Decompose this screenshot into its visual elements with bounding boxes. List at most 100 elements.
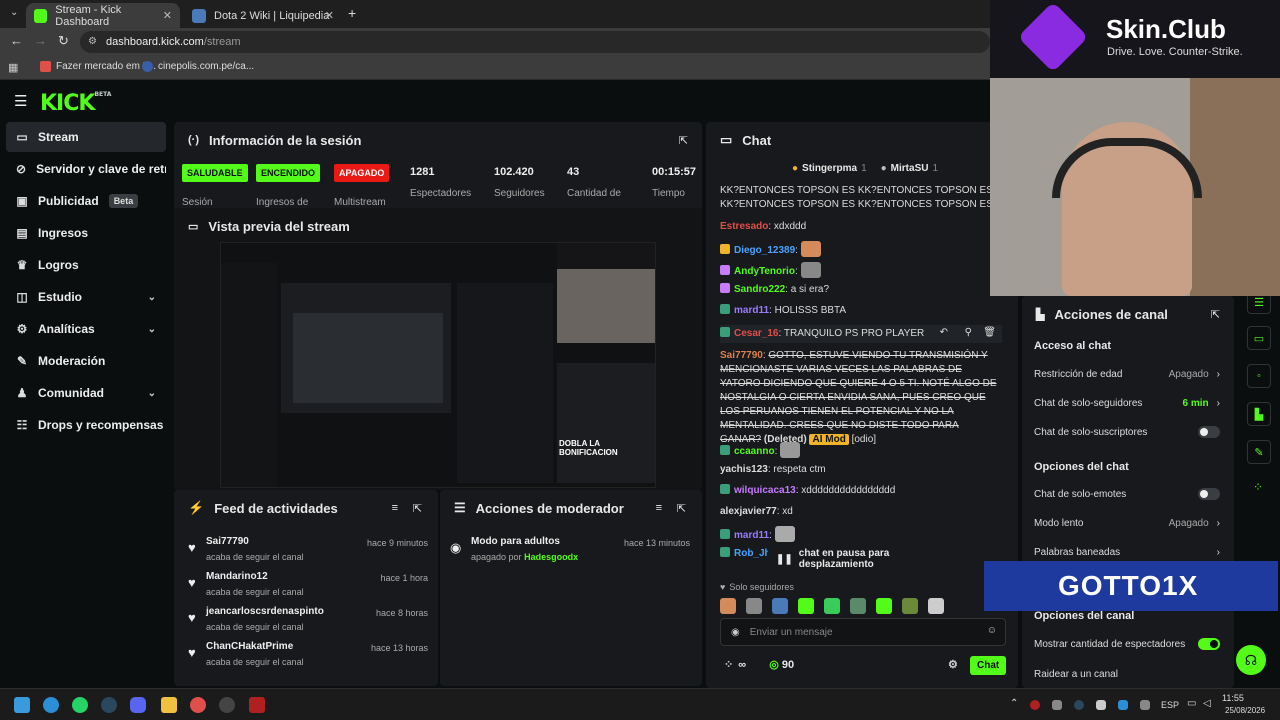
chat-username[interactable]: Diego_12389 [734, 245, 795, 256]
emote-image[interactable] [746, 598, 762, 614]
sidebar-item-publicidad[interactable]: ▣ Publicidad Beta [6, 186, 166, 216]
rail-wrench-button[interactable]: ✎ [1247, 440, 1271, 464]
follower-name[interactable]: ChanCHakatPrime [206, 641, 293, 652]
close-tab-icon[interactable]: ✕ [325, 9, 334, 22]
chat-username[interactable]: ccaanno [734, 446, 775, 457]
chat-paused-banner[interactable]: ❚❚ chat en pausa para desplazamiento [768, 548, 944, 570]
emote-image[interactable] [902, 598, 918, 614]
slow-mode-row[interactable]: Modo lento Apagado › [1034, 510, 1220, 536]
steam-icon[interactable] [101, 697, 117, 713]
emoji-icon[interactable]: ☺ [987, 625, 997, 636]
age-restriction-row[interactable]: Restricción de edad Apagado › [1034, 361, 1220, 387]
follower-name[interactable]: jeancarloscsrdenaspinto [206, 606, 324, 617]
tray-chevron-icon[interactable]: ⌃ [1010, 698, 1018, 709]
rail-users-icon[interactable]: ⁘ [1253, 480, 1263, 494]
followers-only-row[interactable]: Chat de solo-seguidores 6 min › [1034, 390, 1220, 416]
emote-image[interactable] [876, 598, 892, 614]
emote-image[interactable] [850, 598, 866, 614]
chat-username[interactable]: Cesar_16 [734, 328, 778, 339]
chat-input[interactable]: ◉ Enviar un mensaje ☺ [720, 618, 1006, 646]
chat-username[interactable]: yachis123 [720, 464, 768, 475]
tray-icon[interactable] [1096, 700, 1106, 710]
emote-image[interactable] [928, 598, 944, 614]
chat-username[interactable]: mard11 [734, 530, 769, 541]
chat-username[interactable]: mard11 [734, 305, 769, 316]
mod-username[interactable]: Hadesgoodx [524, 552, 578, 562]
site-info-icon[interactable]: ⚙ [88, 31, 97, 53]
emote-image[interactable] [824, 598, 840, 614]
back-icon[interactable]: ← [10, 33, 23, 48]
apps-icon[interactable]: ▦ [8, 61, 18, 74]
filter-icon[interactable]: ≡ [656, 502, 662, 514]
sidebar-item-ingresos[interactable]: ▤ Ingresos [6, 218, 166, 248]
rail-signal-button[interactable]: ◦ [1247, 364, 1271, 388]
gifter-name[interactable]: Stingerpma [802, 163, 857, 174]
whatsapp-icon[interactable] [72, 697, 88, 713]
tray-icon[interactable] [1030, 700, 1040, 710]
popout-icon[interactable]: ⇱ [413, 502, 422, 515]
send-chat-button[interactable]: Chat [970, 656, 1007, 675]
keyboard-language[interactable]: ESP [1161, 700, 1179, 710]
popout-icon[interactable]: ⇱ [679, 134, 688, 147]
delete-icon[interactable]: 🗑 [983, 326, 996, 340]
filter-icon[interactable]: ≡ [392, 502, 398, 514]
tray-icon[interactable] [1140, 700, 1150, 710]
clock-time[interactable]: 11:55 [1222, 693, 1244, 703]
volume-icon[interactable]: ◁ [1203, 698, 1211, 709]
tray-icon[interactable] [1074, 700, 1084, 710]
tray-icon[interactable] [1052, 700, 1062, 710]
follower-name[interactable]: Mandarino12 [206, 571, 268, 582]
menu-icon[interactable]: ☰ [14, 92, 27, 110]
emote-image[interactable] [772, 598, 788, 614]
kick-logo[interactable]: KICKBETA [40, 91, 111, 116]
chat-username[interactable]: Estresado [720, 221, 768, 232]
sidebar-item-moderacion[interactable]: ✎ Moderación [6, 346, 166, 376]
sidebar-item-logros[interactable]: ♛ Logros [6, 250, 166, 280]
discord-icon[interactable] [130, 697, 146, 713]
popout-icon[interactable]: ⇱ [677, 502, 686, 515]
sidebar-item-server-key[interactable]: ⊘ Servidor y clave de retransmisión [6, 154, 166, 184]
pin-icon[interactable]: ⚲ [965, 326, 972, 340]
subscribers-only-toggle[interactable] [1198, 426, 1220, 438]
stream-preview-video[interactable]: DOBLA LA BONIFICACION [220, 242, 656, 488]
sidebar-item-stream[interactable]: ▭ Stream [6, 122, 166, 152]
sidebar-item-estudio[interactable]: ◫ Estudio ⌄ [6, 282, 166, 312]
bookmark-fazer-mercado[interactable]: Fazer mercado em F... [40, 61, 156, 72]
address-bar[interactable]: ⚙ dashboard.kick.com/stream [80, 31, 990, 53]
chat-username[interactable]: alexjavier77 [720, 506, 777, 517]
clock-date[interactable]: 25/08/2026 [1225, 706, 1265, 715]
chrome-icon[interactable] [190, 697, 206, 713]
edge-icon[interactable] [43, 697, 59, 713]
show-viewers-toggle[interactable] [1198, 638, 1220, 650]
tab-liquipedia[interactable]: Dota 2 Wiki | Liquipedia ✕ [184, 3, 342, 28]
support-chat-button[interactable]: ☊ [1236, 645, 1266, 675]
chat-username[interactable]: wilquicaca13 [734, 485, 796, 496]
popout-icon[interactable]: ⇱ [1211, 308, 1220, 321]
raid-row[interactable]: Raidear a un canal [1034, 661, 1220, 687]
tab-search-icon[interactable]: ⌄ [10, 7, 18, 18]
chat-username[interactable]: Sandro222 [734, 284, 785, 295]
rail-shield-button[interactable]: ▙ [1247, 402, 1271, 426]
explorer-icon[interactable] [161, 697, 177, 713]
chat-username[interactable]: Rob_Jh [734, 548, 771, 559]
gear-icon[interactable]: ⚙ [948, 658, 958, 671]
chat-username[interactable]: Sai77790 [720, 350, 763, 361]
sidebar-item-comunidad[interactable]: ♟ Comunidad ⌄ [6, 378, 166, 408]
tab-kick-dashboard[interactable]: Stream - Kick Dashboard ✕ [26, 3, 180, 28]
emote-image[interactable] [798, 598, 814, 614]
sidebar-item-drops[interactable]: ☷ Drops y recompensas [6, 410, 166, 440]
follower-name[interactable]: Sai77790 [206, 536, 249, 547]
bookmark-cinepolis[interactable]: cinepolis.com.pe/ca... [142, 61, 254, 72]
close-tab-icon[interactable]: ✕ [163, 9, 172, 22]
network-icon[interactable]: ▭ [1187, 698, 1196, 709]
gifter-name[interactable]: MirtaSU [891, 163, 929, 174]
bluetooth-icon[interactable] [1118, 700, 1128, 710]
obs-icon[interactable] [219, 697, 235, 713]
sidebar-item-analiticas[interactable]: ⚙ Analíticas ⌄ [6, 314, 166, 344]
forward-icon[interactable]: → [34, 33, 47, 48]
dota-icon[interactable] [249, 697, 265, 713]
chat-settings-icon[interactable]: ◉ [731, 627, 740, 638]
new-tab-button[interactable]: + [348, 5, 356, 21]
emote-image[interactable] [720, 598, 736, 614]
rail-chat-button[interactable]: ▭ [1247, 326, 1271, 350]
